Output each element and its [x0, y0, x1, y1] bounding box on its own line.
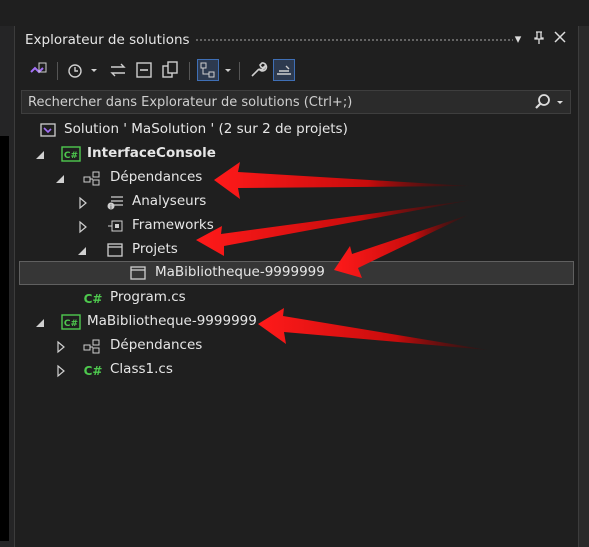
search-box[interactable] [21, 90, 571, 114]
svg-text:C#: C# [64, 319, 78, 329]
tree-item-label: Analyseurs [132, 193, 207, 209]
pin-icon[interactable] [530, 31, 548, 49]
top-strip [0, 0, 589, 26]
svg-text:C#: C# [64, 151, 78, 161]
tree-item-solution[interactable]: Solution ' MaSolution ' (2 sur 2 de proj… [15, 118, 578, 142]
chevron-down-icon[interactable] [89, 59, 99, 81]
solution-icon [39, 121, 57, 139]
dependencies-icon [83, 337, 101, 355]
switch-views-icon[interactable] [27, 59, 49, 81]
tree-item-label: Solution ' MaSolution ' (2 sur 2 de proj… [64, 121, 348, 137]
framework-icon [106, 217, 124, 235]
tree-item-label: MaBibliotheque-9999999 [87, 313, 257, 329]
tree-item-analyseurs[interactable]: i Analyseurs [15, 190, 578, 214]
panel-toolbar [15, 56, 578, 86]
panel-title: Explorateur de solutions [25, 32, 190, 48]
collapse-all-icon[interactable] [133, 59, 155, 81]
drag-handle-dots[interactable] [195, 38, 513, 43]
tree-item-label: Class1.cs [110, 361, 173, 377]
csharp-project-icon: C# [61, 313, 81, 331]
projects-folder-icon [106, 241, 124, 259]
solution-explorer-panel: Explorateur de solutions ▾ Rechercher da… [14, 26, 579, 547]
csharp-file-icon: C# [83, 361, 103, 379]
panel-title-bar: Explorateur de solutions ▾ [15, 26, 578, 54]
collapsed-arrow-icon[interactable] [77, 195, 89, 210]
toolbar-separator [239, 62, 240, 80]
tree-item-label: Frameworks [132, 217, 214, 233]
project-reference-icon [129, 264, 147, 282]
tree-item-dependances[interactable]: Dépendances [15, 166, 578, 190]
expanded-arrow-icon[interactable] [35, 147, 47, 161]
chevron-down-icon[interactable] [555, 93, 565, 115]
toolbar-separator [57, 62, 58, 80]
collapsed-arrow-icon[interactable] [55, 339, 67, 354]
show-all-files-icon[interactable] [159, 59, 181, 81]
tree-item-label: Program.cs [110, 289, 186, 305]
tree-view-icon[interactable] [197, 59, 219, 81]
tree-item-label: Dépendances [110, 337, 203, 353]
chevron-down-icon[interactable] [223, 59, 233, 81]
tree-item-label: Dépendances [110, 169, 203, 185]
close-icon[interactable] [551, 31, 569, 49]
pending-changes-icon[interactable] [65, 59, 87, 81]
left-editor-edge [0, 26, 14, 547]
expanded-arrow-icon[interactable] [77, 243, 89, 257]
properties-wrench-icon[interactable] [247, 59, 269, 81]
dependencies-icon [83, 169, 101, 187]
csharp-file-icon: C# [83, 289, 103, 307]
search-icon[interactable] [534, 93, 552, 115]
toolbar-separator [189, 62, 190, 80]
collapsed-arrow-icon[interactable] [77, 219, 89, 234]
tree-item-reference-mabibliotheque[interactable]: MaBibliotheque-9999999 [19, 261, 574, 285]
collapsed-arrow-icon[interactable] [55, 363, 67, 378]
tree-item-projets[interactable]: Projets [15, 238, 578, 262]
tree-item-frameworks[interactable]: Frameworks [15, 214, 578, 238]
svg-text:C#: C# [84, 292, 103, 306]
tree-item-label: Projets [132, 241, 178, 257]
tree-item-project-mabibliotheque[interactable]: C# MaBibliotheque-9999999 [15, 310, 578, 334]
dropdown-icon[interactable]: ▾ [509, 31, 527, 49]
tree-item-project-interfaceconsole[interactable]: C# InterfaceConsole [15, 142, 578, 166]
analyzers-icon: i [106, 193, 124, 211]
tree-item-label: InterfaceConsole [87, 145, 216, 161]
preview-selected-items-icon[interactable] [273, 59, 295, 81]
expanded-arrow-icon[interactable] [35, 315, 47, 329]
svg-text:C#: C# [84, 364, 103, 378]
expanded-arrow-icon[interactable] [55, 171, 67, 185]
csharp-project-icon: C# [61, 145, 81, 163]
tree-item-class1-cs[interactable]: C# Class1.cs [15, 358, 578, 382]
tree-item-label: MaBibliotheque-9999999 [155, 264, 325, 280]
search-input[interactable] [28, 93, 518, 111]
sync-active-document-icon[interactable] [107, 59, 129, 81]
tree-item-dependances[interactable]: Dépendances [15, 334, 578, 358]
tree-item-program-cs[interactable]: C# Program.cs [15, 286, 578, 310]
